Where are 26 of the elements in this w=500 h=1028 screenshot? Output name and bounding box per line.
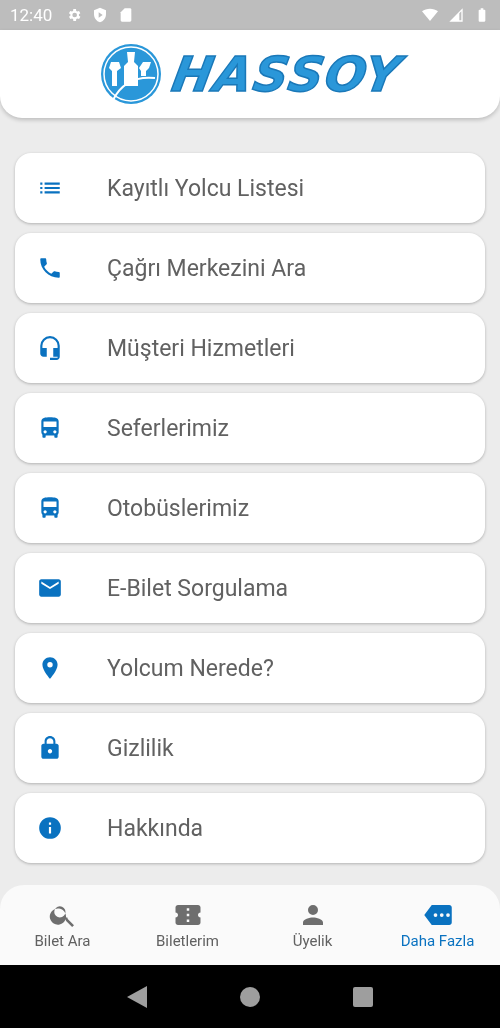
menu-item[interactable]: Yolcum Nerede?: [15, 633, 485, 703]
menu-item[interactable]: Hakkında: [15, 793, 485, 863]
home-icon[interactable]: [240, 986, 260, 1007]
nav-tab[interactable]: Biletlerim: [125, 885, 250, 965]
back-icon[interactable]: [126, 985, 147, 1008]
headset-icon: [37, 335, 63, 361]
logo-wordmark: HASSOY: [167, 46, 407, 102]
phone-icon: [37, 255, 63, 281]
menu-item[interactable]: Seferlerimiz: [15, 393, 485, 463]
menu-item[interactable]: Müşteri Hizmetleri: [15, 313, 485, 383]
nav-tab[interactable]: Bilet Ara: [0, 885, 125, 965]
shield-icon: [92, 7, 109, 23]
info-icon: [37, 815, 63, 841]
menu-item[interactable]: Çağrı Merkezini Ara: [15, 233, 485, 303]
menu-item[interactable]: Kayıtlı Yolcu Listesi: [15, 153, 485, 223]
status-time: 12:40: [10, 5, 53, 25]
logo-emblem-icon: [98, 42, 163, 106]
settings-icon: [66, 7, 83, 23]
menu-item[interactable]: Otobüslerimiz: [15, 473, 485, 543]
recents-icon[interactable]: [353, 986, 374, 1007]
wifi-icon: [422, 7, 438, 23]
signal-icon: [448, 7, 464, 23]
menu-item[interactable]: Gizlilik: [15, 713, 485, 783]
nav-tab[interactable]: Daha Fazla: [375, 885, 500, 965]
nav-tab[interactable]: Üyelik: [250, 885, 375, 965]
menu-item[interactable]: E-Bilet Sorgulama: [15, 553, 485, 623]
